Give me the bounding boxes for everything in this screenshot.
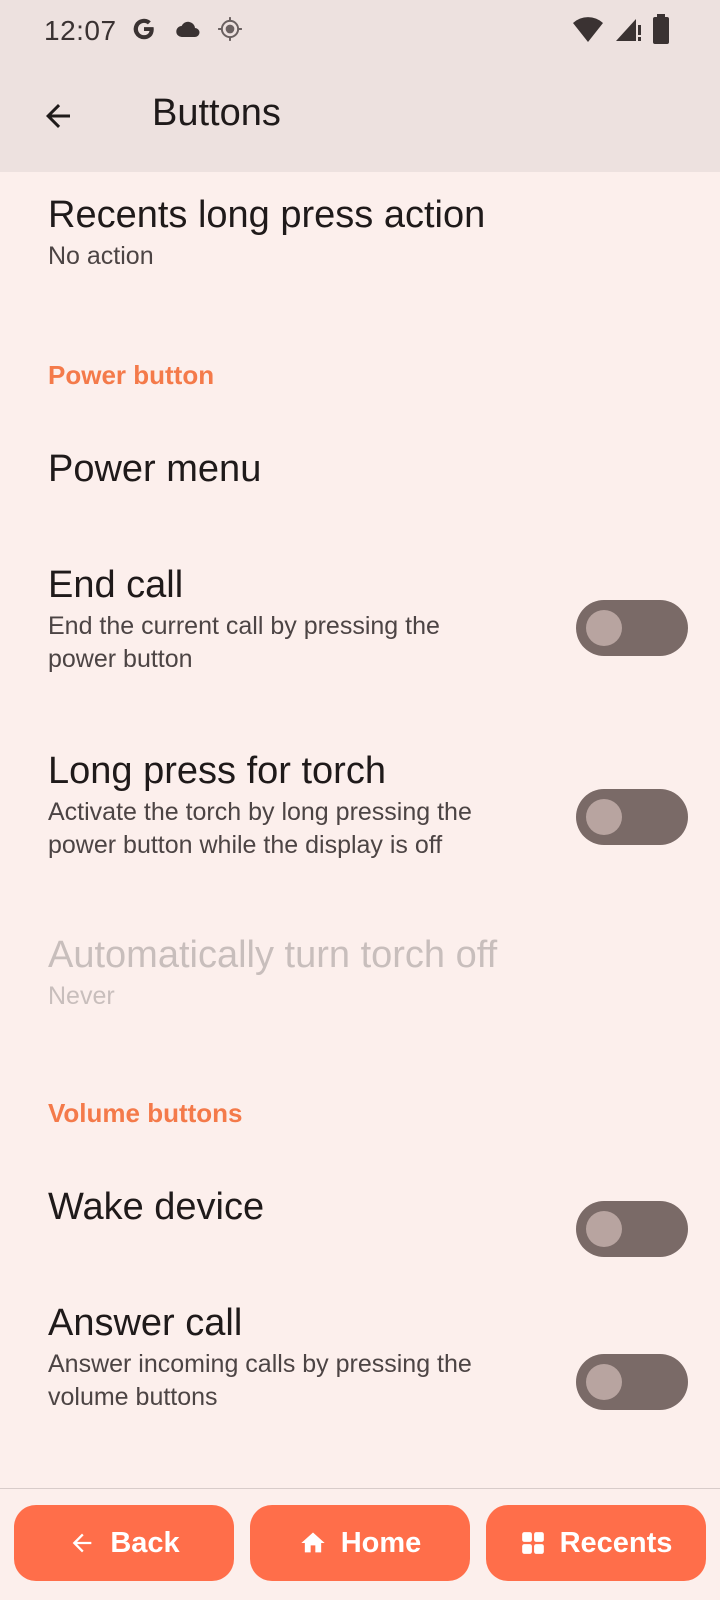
back-arrow-icon[interactable] xyxy=(36,94,80,138)
back-button[interactable]: Back xyxy=(14,1505,234,1581)
wifi-icon xyxy=(572,15,604,48)
home-button[interactable]: Home xyxy=(250,1505,470,1581)
pref-auto-torch-off: Automatically turn torch off Never xyxy=(48,932,497,1013)
switch-thumb xyxy=(586,610,622,646)
app-bar: Buttons xyxy=(0,62,720,172)
switch-thumb xyxy=(586,1364,622,1400)
category-volume-buttons: Volume buttons xyxy=(48,1098,243,1128)
status-time: 12:07 xyxy=(44,15,117,46)
pref-wake-device[interactable]: Wake device xyxy=(48,1184,264,1230)
status-icons-right xyxy=(572,14,670,49)
pref-title: End call xyxy=(48,564,184,606)
end-call-switch[interactable] xyxy=(576,600,688,656)
pref-answer-call[interactable]: Answer call Answer incoming calls by pre… xyxy=(48,1300,528,1414)
location-icon xyxy=(217,16,243,47)
pref-title: Long press for torch xyxy=(48,750,386,792)
pref-long-press-torch[interactable]: Long press for torch Activate the torch … xyxy=(48,748,538,862)
pref-title: Automatically turn torch off xyxy=(48,934,498,976)
battery-icon xyxy=(652,14,670,49)
grid-icon xyxy=(520,1530,546,1556)
bottom-nav-bar: Back Home Recents xyxy=(0,1488,720,1600)
preferences-list: Recents long press action No action Powe… xyxy=(0,172,720,1488)
status-bar: 12:07 xyxy=(0,0,720,62)
switch-thumb xyxy=(586,1211,622,1247)
page-title: Buttons xyxy=(152,92,281,134)
pref-summary: End the current call by pressing the pow… xyxy=(48,612,440,673)
wake-device-switch[interactable] xyxy=(576,1201,688,1257)
answer-call-switch[interactable] xyxy=(576,1354,688,1410)
pref-recents-long-press[interactable]: Recents long press action No action xyxy=(48,192,485,273)
recents-label: Recents xyxy=(559,1526,673,1559)
pref-summary: Answer incoming calls by pressing the vo… xyxy=(48,1350,472,1411)
pref-summary: Activate the torch by long pressing the … xyxy=(48,798,472,859)
long-press-torch-switch[interactable] xyxy=(576,789,688,845)
pref-summary: No action xyxy=(48,242,154,270)
pref-title: Answer call xyxy=(48,1302,243,1344)
home-label: Home xyxy=(340,1526,422,1559)
pref-title: Power menu xyxy=(48,448,262,490)
home-icon xyxy=(299,1529,327,1557)
pref-title: Wake device xyxy=(48,1186,265,1228)
google-icon xyxy=(131,16,157,47)
pref-title: Recents long press action xyxy=(48,194,486,236)
arrow-left-icon xyxy=(68,1529,96,1557)
back-label: Back xyxy=(110,1526,180,1559)
signal-icon xyxy=(614,15,642,48)
pref-power-menu[interactable]: Power menu xyxy=(48,446,261,492)
pref-summary: Never xyxy=(48,982,115,1010)
recents-button[interactable]: Recents xyxy=(486,1505,706,1581)
pref-end-call[interactable]: End call End the current call by pressin… xyxy=(48,562,508,676)
status-icons-left xyxy=(131,16,243,47)
category-power-button: Power button xyxy=(48,360,215,390)
cloud-icon xyxy=(173,18,201,45)
switch-thumb xyxy=(586,799,622,835)
